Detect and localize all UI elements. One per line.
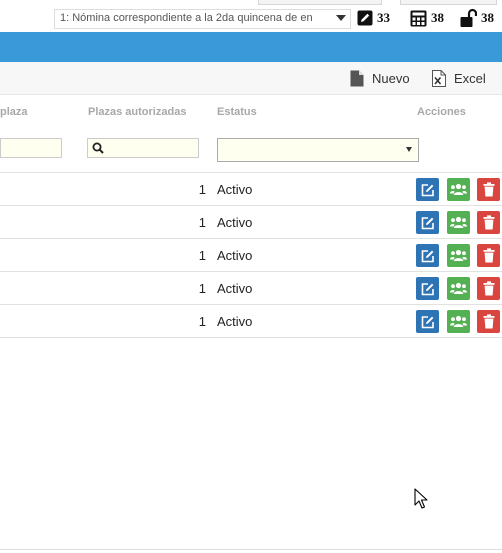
table-row: 1 Activo [0,239,502,272]
estatus-cell: Activo [217,248,253,263]
users-icon [450,216,467,228]
table-row: 1 Activo [0,305,502,338]
pencil-icon [357,10,373,26]
chevron-down-icon [336,15,346,21]
edit-button[interactable] [416,211,439,234]
search-icon [92,142,104,154]
trash-icon [483,314,494,329]
users-button[interactable] [447,211,470,234]
column-header-plaza[interactable]: plaza [0,106,28,118]
estatus-cell: Activo [217,314,253,329]
plazas-cell: 1 [198,281,206,296]
header-bar [0,32,502,62]
edit-icon [421,282,434,295]
trash-icon [483,281,494,296]
table-row: 1 Activo [0,272,502,305]
mouse-pointer-icon [414,488,428,509]
estatus-cell: Activo [217,281,253,296]
estatus-cell: Activo [217,182,253,197]
toolbar: Nuevo Excel [0,62,502,95]
edit-icon [421,249,434,262]
nomina-select[interactable]: 1: Nómina correspondiente a la 2da quinc… [54,9,351,29]
calculator-count: 38 [431,10,444,25]
plaza-filter-input[interactable] [0,138,62,158]
users-button[interactable] [447,277,470,300]
unlock-count: 38 [481,10,494,25]
edit-button[interactable] [416,244,439,267]
file-icon [350,70,364,86]
edit-button[interactable] [416,178,439,201]
delete-button[interactable] [477,178,500,201]
top-strip: 1: Nómina correspondiente a la 2da quinc… [0,0,502,32]
excel-file-icon [432,69,446,87]
users-icon [450,282,467,294]
delete-button[interactable] [477,310,500,333]
nuevo-button[interactable]: Nuevo [350,68,410,88]
users-icon [450,249,467,261]
edit-icon [421,315,434,328]
edit-button[interactable] [416,277,439,300]
trash-icon [483,215,494,230]
estatus-filter-select[interactable] [217,138,419,162]
trash-icon [483,182,494,197]
delete-button[interactable] [477,277,500,300]
calculator-icon [410,10,427,26]
plazas-cell: 1 [198,314,206,329]
edit-button[interactable] [416,310,439,333]
tab-edge [258,0,382,5]
table-row: 1 Activo [0,206,502,239]
unlock-counter[interactable]: 38 [460,7,494,29]
excel-label: Excel [454,70,486,86]
plazas-autorizadas-filter-input[interactable] [87,138,199,158]
users-button[interactable] [447,244,470,267]
delete-button[interactable] [477,211,500,234]
estatus-cell: Activo [217,215,253,230]
table-row: 1 Activo [0,173,502,206]
pencil-count: 33 [377,10,390,25]
chevron-down-icon [406,147,412,152]
users-button[interactable] [447,310,470,333]
edit-icon [421,216,434,229]
pencil-counter[interactable]: 33 [357,7,390,29]
users-button[interactable] [447,178,470,201]
plazas-cell: 1 [198,182,206,197]
users-icon [450,315,467,327]
excel-button[interactable]: Excel [432,68,486,88]
unlock-icon [460,8,477,27]
column-header-acciones: Acciones [417,106,466,118]
plazas-cell: 1 [198,248,206,263]
plazas-cell: 1 [198,215,206,230]
trash-icon [483,248,494,263]
users-icon [450,183,467,195]
edit-icon [421,183,434,196]
nuevo-label: Nuevo [372,70,410,86]
delete-button[interactable] [477,244,500,267]
column-header-estatus[interactable]: Estatus [217,106,257,118]
bottom-divider [0,549,502,550]
column-header-plazas-autorizadas[interactable]: Plazas autorizadas [88,106,186,118]
nomina-select-value: 1: Nómina correspondiente a la 2da quinc… [60,12,313,24]
tab-edge [400,0,497,5]
calculator-counter[interactable]: 38 [410,7,444,29]
